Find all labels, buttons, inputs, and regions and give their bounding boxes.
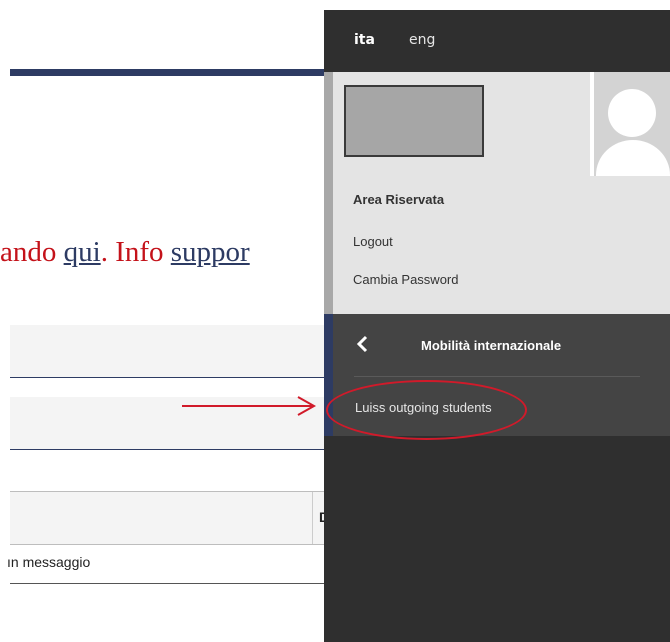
- user-area: Area Riservata Logout Cambia Password: [324, 72, 670, 314]
- table-row[interactable]: ın messaggio: [7, 543, 330, 584]
- submenu-item-luiss-outgoing[interactable]: Luiss outgoing students: [355, 400, 492, 415]
- user-area-stripe: [324, 72, 333, 314]
- cambia-password-link[interactable]: Cambia Password: [353, 272, 459, 287]
- background-page: ando qui. Info suppor D ın messaggio: [0, 0, 340, 642]
- qui-link[interactable]: qui: [64, 236, 101, 268]
- submenu-title: Mobilità internazionale: [421, 338, 562, 353]
- column-divider: [312, 492, 313, 544]
- notice-text: ando qui. Info suppor: [0, 236, 340, 269]
- form-field-1[interactable]: [10, 325, 330, 378]
- logout-link[interactable]: Logout: [353, 234, 393, 249]
- area-riservata-heading: Area Riservata: [353, 192, 445, 207]
- user-avatar-icon[interactable]: [590, 72, 670, 176]
- submenu: Mobilità internazionale Luiss outgoing s…: [324, 314, 670, 440]
- institution-logo: [344, 85, 484, 157]
- support-link[interactable]: suppor: [171, 236, 250, 268]
- table-header: D: [10, 491, 330, 545]
- message-cell: ın messaggio: [7, 554, 91, 570]
- chevron-left-icon[interactable]: [354, 332, 370, 356]
- lang-eng[interactable]: eng: [409, 32, 435, 48]
- submenu-divider: [354, 376, 640, 377]
- side-panel: ita eng Area Riservata Logout Cambia Pas…: [324, 10, 670, 642]
- language-bar: ita eng: [324, 10, 670, 72]
- lang-ita[interactable]: ita: [354, 32, 375, 48]
- notice-mid: . Info: [100, 236, 171, 268]
- header-rule: [10, 69, 330, 76]
- notice-prefix: ando: [0, 236, 64, 268]
- arrow-right-annotation: [182, 396, 317, 416]
